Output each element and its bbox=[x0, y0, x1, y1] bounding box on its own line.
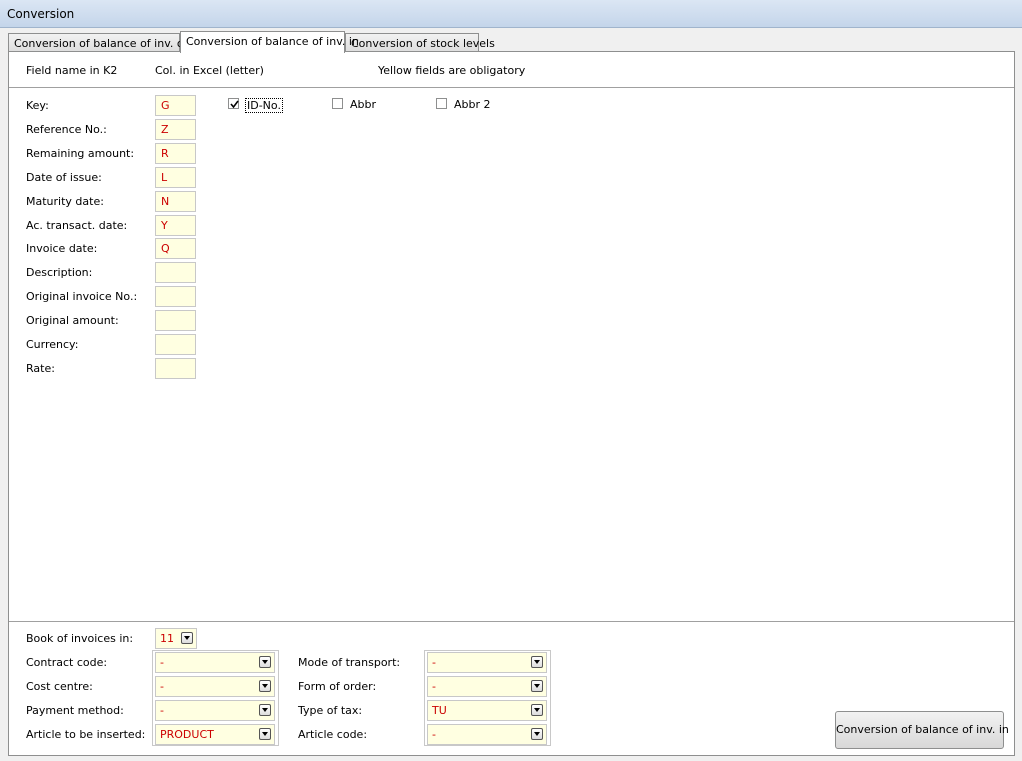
right-combo-select[interactable]: - bbox=[427, 676, 547, 697]
chevron-down-icon[interactable] bbox=[531, 656, 543, 668]
column-letter-field[interactable] bbox=[155, 310, 196, 331]
chevron-down-icon[interactable] bbox=[259, 704, 271, 716]
left-combo-select[interactable]: - bbox=[155, 652, 275, 673]
field-label: Key: bbox=[26, 99, 49, 112]
bottom-separator bbox=[9, 621, 1014, 622]
combo-label: Article code: bbox=[298, 728, 368, 741]
combo-label: Cost centre: bbox=[26, 680, 93, 693]
field-label: Ac. transact. date: bbox=[26, 219, 128, 232]
column-letter-field[interactable]: N bbox=[155, 191, 196, 212]
column-letter-field[interactable]: R bbox=[155, 143, 196, 164]
column-letter-field[interactable]: G bbox=[155, 95, 196, 116]
column-letter-field[interactable] bbox=[155, 334, 196, 355]
field-label: Rate: bbox=[26, 362, 55, 375]
checkbox-abbr-2[interactable] bbox=[436, 98, 447, 109]
chevron-down-icon[interactable] bbox=[531, 728, 543, 740]
left-combo-select[interactable]: - bbox=[155, 676, 275, 697]
left-combo-select[interactable]: - bbox=[155, 700, 275, 721]
right-combo-select[interactable]: TU bbox=[427, 700, 547, 721]
field-label: Maturity date: bbox=[26, 195, 104, 208]
header-separator bbox=[9, 87, 1014, 88]
combo-value: - bbox=[160, 680, 164, 693]
column-letter-field[interactable] bbox=[155, 262, 196, 283]
checkbox-label: Abbr bbox=[350, 98, 377, 111]
tab-stock-levels[interactable]: Conversion of stock levels bbox=[345, 33, 495, 53]
tab-label: Conversion of stock levels bbox=[351, 37, 495, 50]
combo-label: Form of order: bbox=[298, 680, 377, 693]
tab-label: Conversion of balance of inv. in bbox=[186, 35, 359, 48]
convert-button[interactable]: Conversion of balance of inv. in bbox=[835, 711, 1009, 749]
right-combo-select[interactable]: - bbox=[427, 724, 547, 745]
chevron-down-icon[interactable] bbox=[181, 632, 193, 644]
checkbox-label: Abbr 2 bbox=[454, 98, 491, 111]
combo-label: Payment method: bbox=[26, 704, 124, 717]
field-label: Reference No.: bbox=[26, 123, 107, 136]
chevron-down-icon[interactable] bbox=[259, 680, 271, 692]
chevron-down-icon[interactable] bbox=[531, 680, 543, 692]
chevron-down-icon[interactable] bbox=[259, 728, 271, 740]
checkbox-abbr[interactable] bbox=[332, 98, 343, 109]
header-note: Yellow fields are obligatory bbox=[378, 64, 526, 77]
field-label: Date of issue: bbox=[26, 171, 102, 184]
column-letter-field[interactable] bbox=[155, 358, 196, 379]
convert-button-label: Conversion of balance of inv. in bbox=[836, 723, 1009, 736]
field-label: Remaining amount: bbox=[26, 147, 135, 160]
combo-value: TU bbox=[432, 704, 447, 717]
chevron-down-icon[interactable] bbox=[259, 656, 271, 668]
combo-value: PRODUCT bbox=[160, 728, 214, 741]
combo-label: Type of tax: bbox=[298, 704, 363, 717]
chevron-down-icon[interactable] bbox=[531, 704, 543, 716]
column-letter-field[interactable]: L bbox=[155, 167, 196, 188]
column-letter-field[interactable]: Z bbox=[155, 119, 196, 140]
combo-value: - bbox=[432, 680, 436, 693]
checkbox-label: ID-No. bbox=[245, 98, 283, 113]
combo-label: Article to be inserted: bbox=[26, 728, 146, 741]
right-combo-select[interactable]: - bbox=[427, 652, 547, 673]
combo-value: - bbox=[432, 728, 436, 741]
window-titlebar: Conversion bbox=[0, 0, 1022, 28]
combo-value: - bbox=[432, 656, 436, 669]
tab-balance-in[interactable]: Conversion of balance of inv. in bbox=[180, 31, 359, 53]
combo-value: - bbox=[160, 656, 164, 669]
field-label: Description: bbox=[26, 266, 93, 279]
left-combo-select[interactable]: PRODUCT bbox=[155, 724, 275, 745]
field-label: Original amount: bbox=[26, 314, 119, 327]
field-label: Original invoice No.: bbox=[26, 290, 138, 303]
combo-value: - bbox=[160, 704, 164, 717]
checkbox-id-no[interactable] bbox=[228, 98, 239, 109]
field-label: Currency: bbox=[26, 338, 79, 351]
combo-value: 11 bbox=[160, 632, 174, 645]
column-letter-field[interactable] bbox=[155, 286, 196, 307]
field-label: Invoice date: bbox=[26, 242, 98, 255]
header-field-name: Field name in K2 bbox=[26, 64, 118, 77]
column-letter-field[interactable]: Y bbox=[155, 215, 196, 236]
check-mark-icon bbox=[230, 100, 239, 109]
header-col-excel: Col. in Excel (letter) bbox=[155, 64, 264, 77]
tab-label: Conversion of balance of inv. out bbox=[14, 37, 195, 50]
window-title: Conversion bbox=[7, 7, 75, 21]
combo-label: Mode of transport: bbox=[298, 656, 401, 669]
combo-label: Contract code: bbox=[26, 656, 108, 669]
book-label: Book of invoices in: bbox=[26, 632, 134, 645]
tab-balance-out[interactable]: Conversion of balance of inv. out bbox=[8, 33, 195, 53]
book-select[interactable]: 11 bbox=[155, 628, 197, 649]
column-letter-field[interactable]: Q bbox=[155, 238, 196, 259]
